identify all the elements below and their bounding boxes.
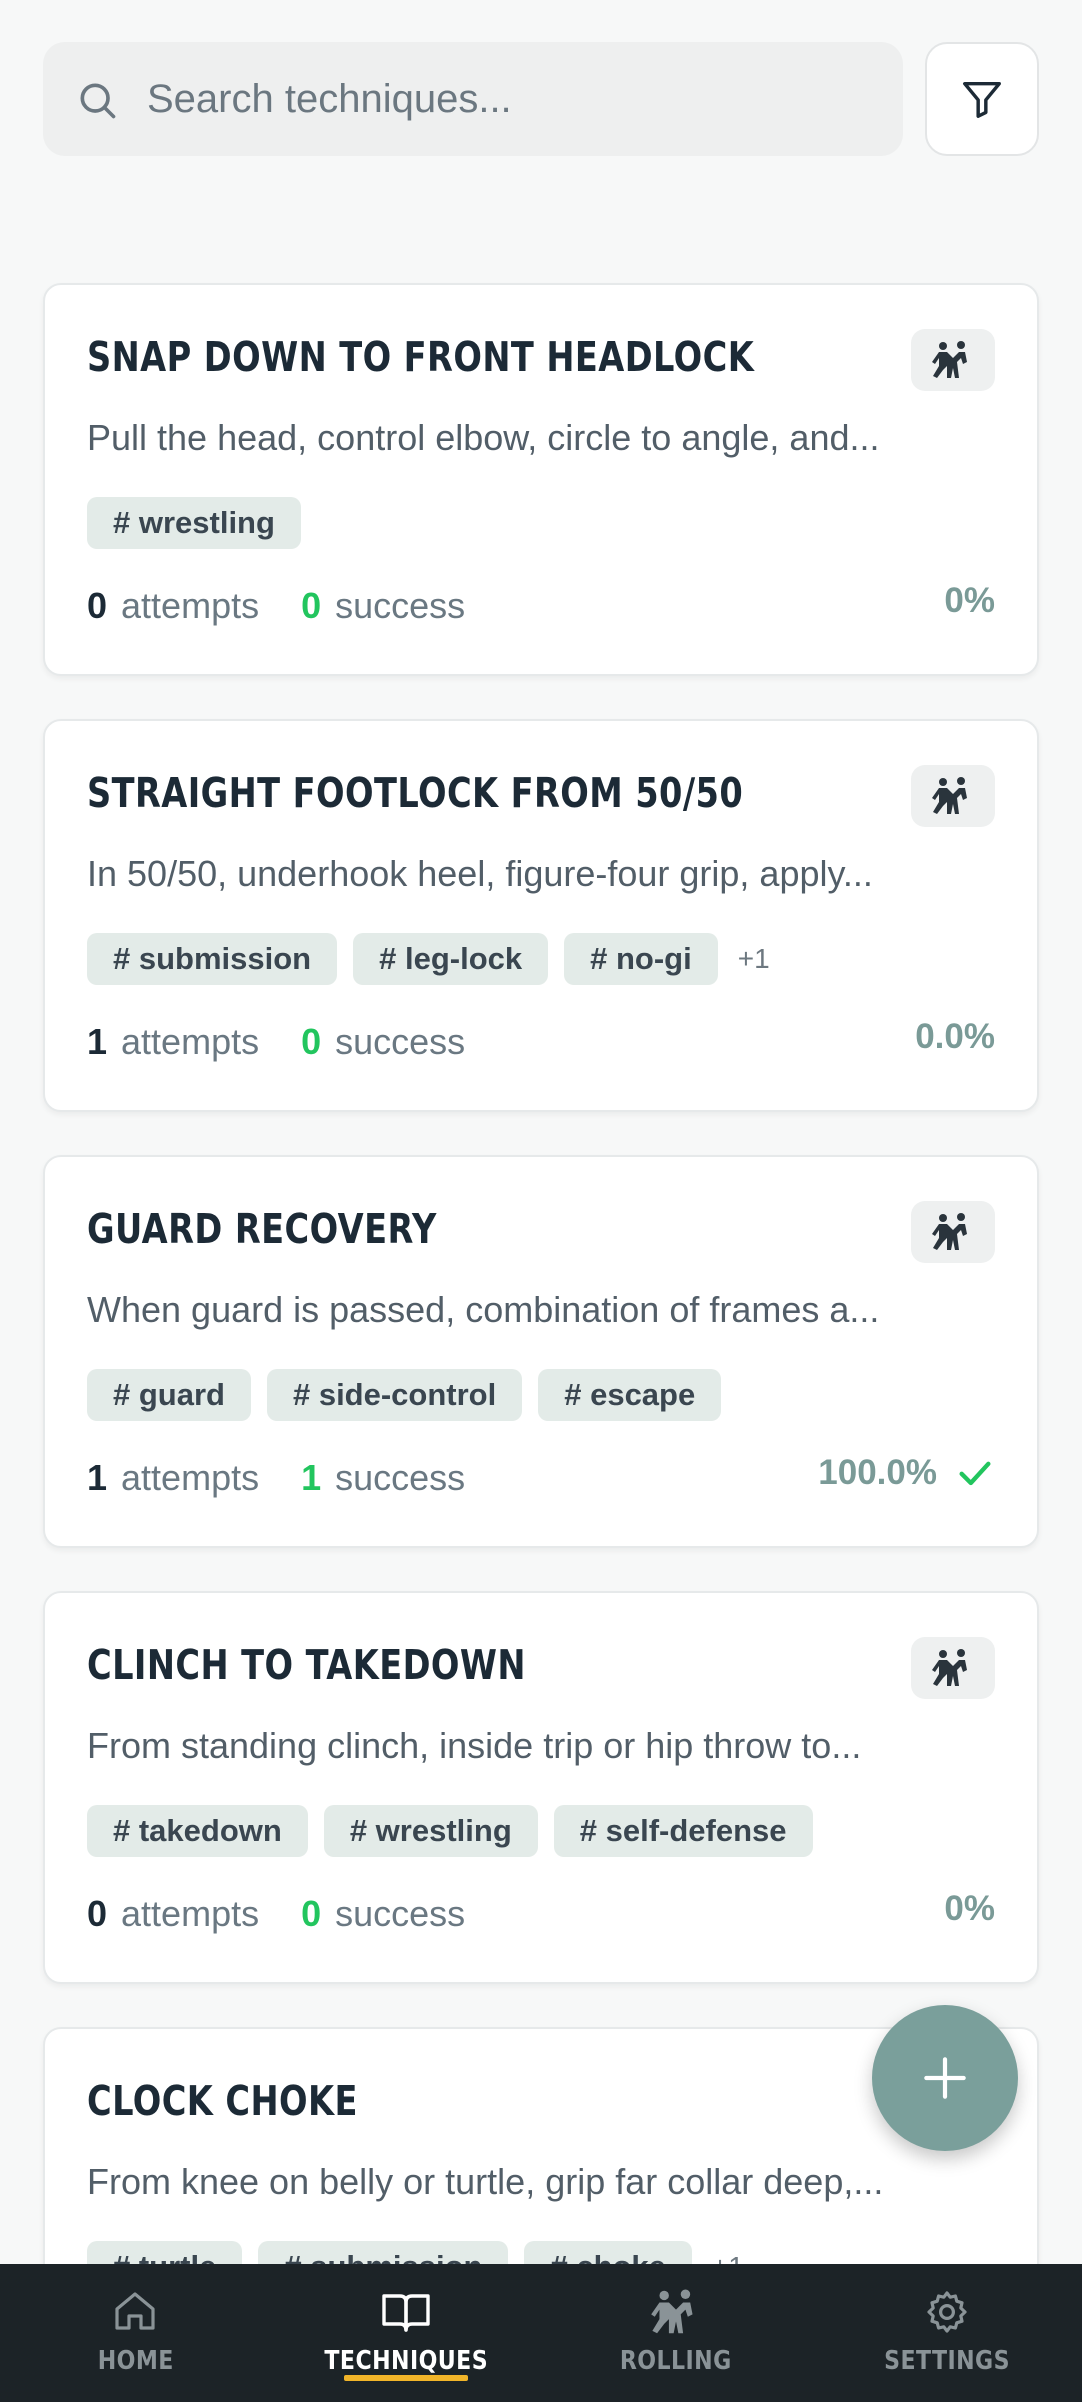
attempts-count: 0 <box>87 1893 108 1934</box>
technique-card[interactable]: SNAP DOWN TO FRONT HEADLOCK Pull the hea… <box>43 283 1039 676</box>
nav-label: ROLLING <box>620 2346 733 2376</box>
home-icon <box>115 2292 155 2330</box>
attempts-label: attempts <box>121 1457 260 1498</box>
success-label: success <box>335 1893 466 1934</box>
technique-title: STRAIGHT FOOTLOCK FROM 50/50 <box>87 769 744 817</box>
success-count: 0 <box>301 585 322 626</box>
technique-title: CLINCH TO TAKEDOWN <box>87 1641 526 1689</box>
tag-chip[interactable]: # wrestling <box>323 1805 538 1857</box>
success-rate-value: 0% <box>944 1889 995 1928</box>
filter-button[interactable] <box>925 42 1039 156</box>
plus-icon <box>924 2057 966 2099</box>
technique-title: CLOCK CHOKE <box>87 2077 358 2125</box>
tag-chip[interactable]: # side-control <box>266 1369 523 1421</box>
success-label: success <box>335 585 466 626</box>
technique-description: In 50/50, underhook heel, figure-four gr… <box>87 853 873 894</box>
tag-chip[interactable]: # takedown <box>87 1805 308 1857</box>
success-rate: 0% <box>944 1889 995 1929</box>
book-icon <box>382 2294 430 2332</box>
technique-type-badge <box>911 765 995 827</box>
success-label: success <box>335 1457 466 1498</box>
success-label: success <box>335 1021 466 1062</box>
nav-label: TECHNIQUES <box>323 2346 488 2376</box>
techniques-screen: Search techniques... SNAP DOWN TO FRONT … <box>0 0 1082 2402</box>
success-rate-value: 0% <box>944 581 995 620</box>
technique-description: From knee on belly or turtle, grip far c… <box>87 2161 884 2202</box>
technique-description: Pull the head, control elbow, circle to … <box>87 417 880 458</box>
tag-list: # takedown # wrestling # self-defense <box>87 1805 829 1857</box>
technique-stats: 1 attempts 1 success <box>87 1457 507 1499</box>
success-rate: 100.0% <box>818 1453 995 1493</box>
nav-settings[interactable]: SETTINGS <box>812 2264 1082 2402</box>
nav-label: HOME <box>97 2346 174 2376</box>
filter-icon <box>963 81 1001 118</box>
technique-card[interactable]: STRAIGHT FOOTLOCK FROM 50/50 In 50/50, u… <box>43 719 1039 1112</box>
success-rate: 0.0% <box>915 1017 995 1057</box>
grappling-icon <box>932 341 967 378</box>
technique-description: From standing clinch, inside trip or hip… <box>87 1725 862 1766</box>
nav-techniques[interactable]: TECHNIQUES <box>271 2264 542 2402</box>
search-icon <box>80 83 116 119</box>
tag-chip[interactable]: # self-defense <box>553 1805 813 1857</box>
search-placeholder: Search techniques... <box>147 77 512 121</box>
tag-list: # wrestling <box>87 497 317 549</box>
more-tags-count: +1 <box>737 943 770 974</box>
success-rate: 0% <box>944 581 995 621</box>
nav-home[interactable]: HOME <box>0 2264 271 2402</box>
technique-card[interactable]: GUARD RECOVERY When guard is passed, com… <box>43 1155 1039 1548</box>
technique-description: When guard is passed, combination of fra… <box>87 1289 880 1330</box>
technique-title: SNAP DOWN TO FRONT HEADLOCK <box>87 333 755 381</box>
attempts-count: 1 <box>87 1021 108 1062</box>
nav-rolling[interactable]: ROLLING <box>541 2264 812 2402</box>
add-technique-button[interactable] <box>872 2005 1018 2151</box>
technique-type-badge <box>911 1201 995 1263</box>
tag-chip[interactable]: # wrestling <box>87 497 301 549</box>
search-input[interactable]: Search techniques... <box>43 42 903 156</box>
technique-stats: 1 attempts 0 success <box>87 1021 507 1063</box>
tag-list: # submission # leg-lock # no-gi +1 <box>87 933 770 985</box>
gear-icon <box>927 2291 967 2333</box>
attempts-label: attempts <box>121 1893 260 1934</box>
attempts-count: 0 <box>87 585 108 626</box>
search-row: Search techniques... <box>43 42 1039 156</box>
grappling-icon <box>932 777 967 814</box>
grappling-icon <box>932 1649 967 1686</box>
technique-title: GUARD RECOVERY <box>87 1205 437 1253</box>
success-count: 0 <box>301 1893 322 1934</box>
attempts-label: attempts <box>121 585 260 626</box>
tag-chip[interactable]: # leg-lock <box>353 933 549 985</box>
grappling-icon <box>932 1213 967 1250</box>
nav-label: SETTINGS <box>883 2346 1010 2376</box>
technique-type-badge <box>911 1637 995 1699</box>
success-rate-value: 0.0% <box>915 1017 995 1056</box>
tag-chip[interactable]: # escape <box>538 1369 722 1421</box>
tag-chip[interactable]: # no-gi <box>564 933 718 985</box>
technique-stats: 0 attempts 0 success <box>87 585 507 627</box>
success-count: 1 <box>301 1457 322 1498</box>
success-rate-value: 100.0% <box>818 1453 937 1492</box>
tag-list: # guard # side-control # escape <box>87 1369 737 1421</box>
active-tab-indicator <box>343 2375 468 2381</box>
tag-chip[interactable]: # submission <box>87 933 338 985</box>
bottom-navigation: HOME TECHNIQUES ROLLING SETTINGS <box>0 2264 1082 2402</box>
attempts-label: attempts <box>121 1021 260 1062</box>
technique-card[interactable]: CLINCH TO TAKEDOWN From standing clinch,… <box>43 1591 1039 1984</box>
grappling-icon <box>651 2289 693 2334</box>
check-icon <box>959 1461 991 1486</box>
tag-chip[interactable]: # guard <box>87 1369 251 1421</box>
success-count: 0 <box>301 1021 322 1062</box>
technique-type-badge <box>911 329 995 391</box>
attempts-count: 1 <box>87 1457 108 1498</box>
technique-stats: 0 attempts 0 success <box>87 1893 507 1935</box>
